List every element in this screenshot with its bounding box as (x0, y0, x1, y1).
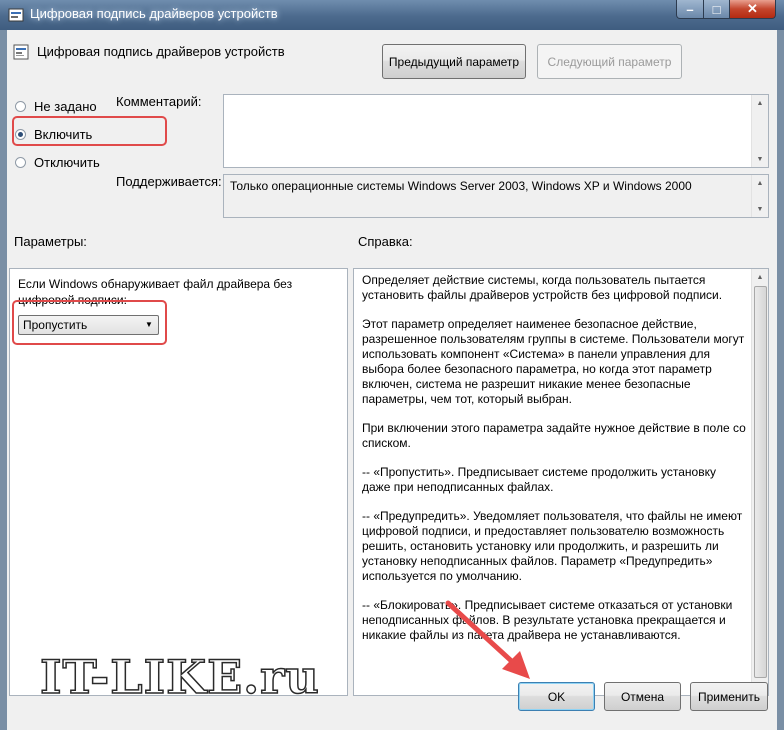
minimize-button[interactable]: – (676, 0, 704, 19)
scroll-down-icon[interactable]: ▼ (752, 201, 768, 217)
help-paragraph: Этот параметр определяет наименее безопа… (362, 317, 745, 406)
radio-not-configured-label: Не задано (34, 99, 97, 114)
setting-name: Цифровая подпись драйверов устройств (37, 44, 285, 59)
scroll-down-icon[interactable]: ▼ (752, 151, 768, 167)
help-paragraph: -- «Пропустить». Предписывает системе пр… (362, 465, 716, 494)
help-label: Справка: (358, 234, 413, 249)
previous-setting-button[interactable]: Предыдущий параметр (382, 44, 526, 79)
radio-disabled[interactable] (15, 157, 26, 168)
radio-disabled-label: Отключить (34, 155, 100, 170)
comment-label: Комментарий: (116, 94, 202, 109)
ok-button[interactable]: OK (518, 682, 595, 711)
help-paragraph: При включении этого параметра задайте ну… (362, 421, 746, 450)
dialog-window: Цифровая подпись драйверов устройств – □… (0, 0, 784, 730)
params-label: Параметры: (14, 234, 87, 249)
apply-button[interactable]: Применить (690, 682, 768, 711)
cancel-button[interactable]: Отмена (604, 682, 681, 711)
dropdown-highlight (12, 300, 167, 345)
scroll-up-icon[interactable]: ▲ (752, 269, 768, 285)
annotation-arrow-icon (445, 600, 530, 679)
help-pane: Определяет действие системы, когда польз… (353, 268, 769, 696)
supported-value: Только операционные системы Windows Serv… (230, 179, 692, 193)
comment-scrollbar[interactable]: ▲ ▼ (751, 95, 768, 167)
close-button[interactable]: ✕ (729, 0, 776, 19)
maximize-button[interactable]: □ (703, 0, 730, 19)
scroll-thumb[interactable] (754, 286, 767, 678)
supported-field: Только операционные системы Windows Serv… (223, 174, 769, 218)
next-setting-button[interactable]: Следующий параметр (537, 44, 682, 79)
setting-icon (13, 44, 29, 60)
help-paragraph: -- «Предупредить». Уведомляет пользовате… (362, 509, 743, 583)
window-title: Цифровая подпись драйверов устройств (30, 6, 278, 21)
watermark-logo: IT-LIKE.ru (39, 649, 320, 705)
help-paragraph: Определяет действие системы, когда польз… (362, 273, 723, 302)
params-description-line1: Если Windows обнаруживает файл драйвера … (18, 277, 293, 291)
scroll-up-icon[interactable]: ▲ (752, 95, 768, 111)
help-scrollbar[interactable]: ▲ ▼ (751, 269, 768, 695)
supported-scrollbar[interactable]: ▲ ▼ (751, 175, 768, 217)
comment-field[interactable]: ▲ ▼ (223, 94, 769, 168)
policy-icon (8, 8, 24, 22)
enabled-highlight (12, 116, 167, 146)
dialog-body: Цифровая подпись драйверов устройств Пре… (7, 30, 777, 730)
help-text: Определяет действие системы, когда польз… (362, 273, 746, 657)
scroll-up-icon[interactable]: ▲ (752, 175, 768, 191)
radio-not-configured[interactable] (15, 101, 26, 112)
title-bar[interactable]: Цифровая подпись драйверов устройств – □… (0, 0, 784, 30)
supported-label: Поддерживается: (116, 174, 222, 189)
help-paragraph: -- «Блокировать». Предписывает системе о… (362, 598, 733, 642)
